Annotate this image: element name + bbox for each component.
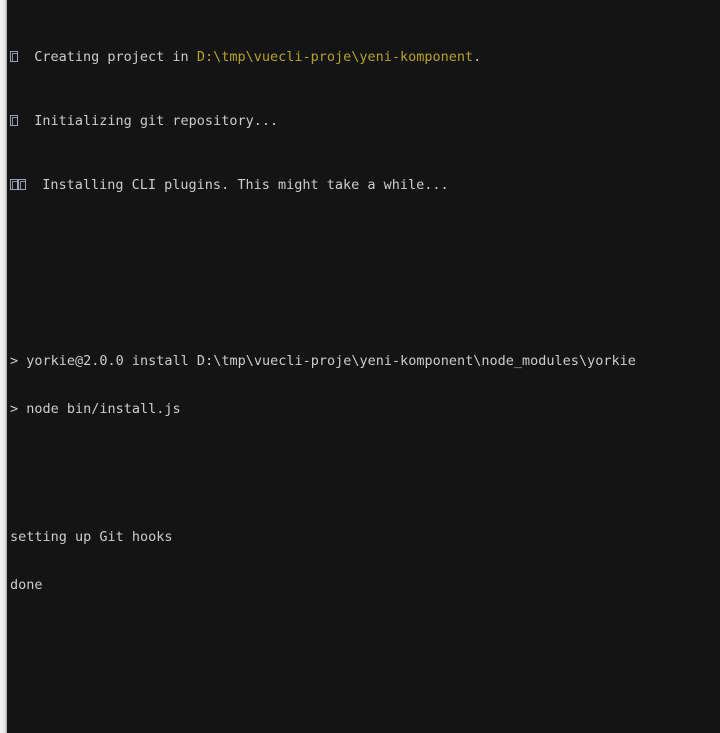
missing-glyph-icon	[10, 115, 18, 126]
line-text: Installing CLI plugins. This might take …	[26, 177, 449, 193]
output-line-yorkie-install: > yorkie@2.0.0 install D:\tmp\vuecli-pro…	[10, 353, 720, 369]
scrollbar-thumb[interactable]	[0, 0, 7, 733]
output-line-creating-project: Creating project in D:\tmp\vuecli-proje\…	[10, 49, 720, 65]
vertical-scrollbar[interactable]	[0, 0, 7, 733]
project-path: D:\tmp\vuecli-proje\yeni-komponent	[196, 49, 474, 65]
missing-glyph-icon	[10, 51, 18, 62]
output-line-done: done	[10, 577, 720, 593]
missing-glyph-icon	[10, 179, 18, 190]
terminal-output: Creating project in D:\tmp\vuecli-proje\…	[7, 0, 720, 733]
line-text: > yorkie@2.0.0 install D:\tmp\vuecli-pro…	[10, 353, 636, 369]
line-text: done	[10, 577, 43, 593]
output-line-yorkie-node: > node bin/install.js	[10, 401, 720, 417]
output-line-installing-plugins: Installing CLI plugins. This might take …	[10, 177, 720, 193]
line-period: .	[473, 49, 482, 65]
output-line-init-git: Initializing git repository...	[10, 113, 720, 129]
line-text: > node bin/install.js	[10, 401, 181, 417]
line-text: setting up Git hooks	[10, 529, 173, 545]
line-text: Initializing git repository...	[18, 113, 279, 129]
line-text: Creating project in	[18, 49, 197, 65]
missing-glyph-icon	[18, 179, 26, 190]
terminal-window: Creating project in D:\tmp\vuecli-proje\…	[0, 0, 720, 733]
output-line-git-hooks: setting up Git hooks	[10, 529, 720, 545]
